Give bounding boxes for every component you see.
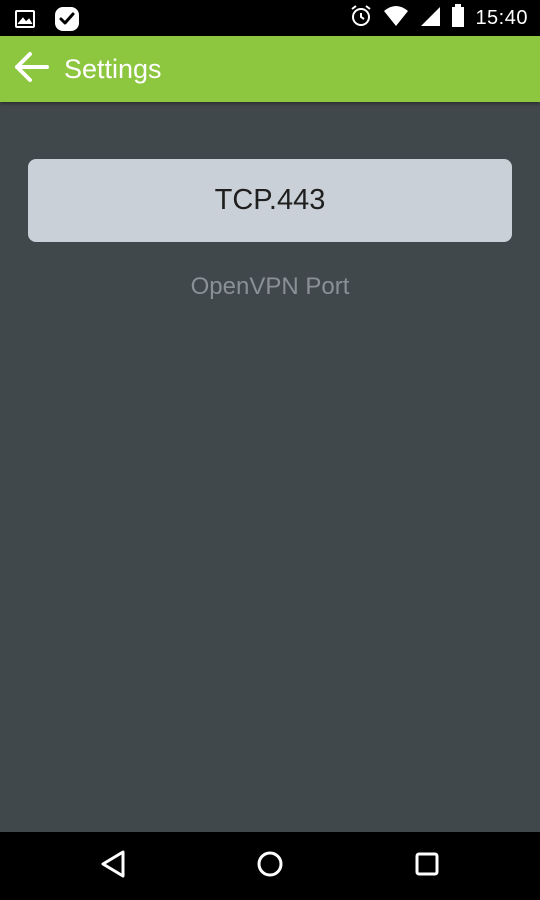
battery-icon xyxy=(451,3,465,33)
nav-home-button[interactable] xyxy=(240,844,300,888)
recents-square-icon xyxy=(413,850,441,883)
signal-icon xyxy=(419,5,441,32)
status-bar: 15:40 xyxy=(0,0,540,36)
nav-back-button[interactable] xyxy=(83,844,143,888)
navigation-bar xyxy=(0,832,540,900)
check-badge-icon xyxy=(54,6,80,37)
port-select-button[interactable]: TCP.443 xyxy=(28,159,512,242)
status-right-icons: 15:40 xyxy=(349,3,528,33)
back-button[interactable] xyxy=(8,46,56,92)
nav-recents-button[interactable] xyxy=(397,844,457,888)
back-triangle-icon xyxy=(99,849,127,884)
app-bar: Settings xyxy=(0,36,540,102)
home-circle-icon xyxy=(255,849,285,884)
status-left-icons xyxy=(14,6,80,37)
port-label: OpenVPN Port xyxy=(190,273,350,300)
alarm-icon xyxy=(349,4,373,33)
back-arrow-icon xyxy=(13,51,51,88)
settings-screen: 15:40 Settings TCP.443 OpenVPN Port xyxy=(0,0,540,900)
status-time: 15:40 xyxy=(475,6,528,29)
wifi-icon xyxy=(383,5,409,32)
page-title: Settings xyxy=(64,54,162,84)
gallery-icon xyxy=(14,8,36,35)
